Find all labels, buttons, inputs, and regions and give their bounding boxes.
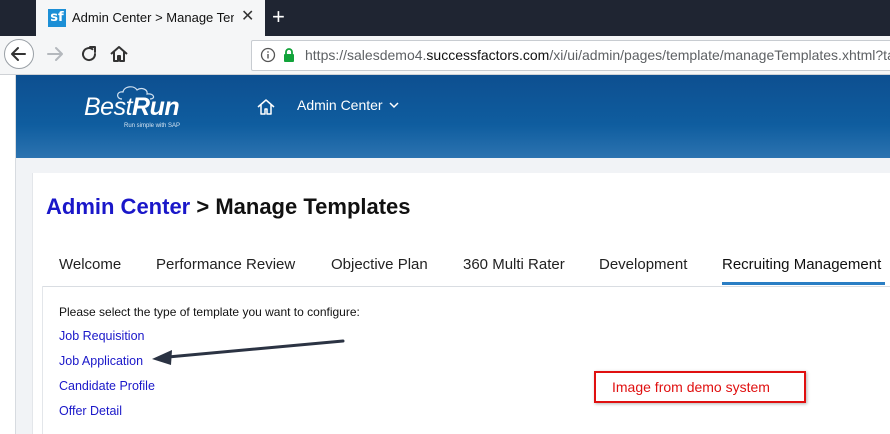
url-text[interactable]: https://salesdemo4.successfactors.com/xi… bbox=[305, 47, 890, 63]
tab-recruiting-management[interactable]: Recruiting Management bbox=[722, 256, 881, 273]
annotation-text: Image from demo system bbox=[612, 379, 770, 395]
logo-cloud-icon bbox=[117, 86, 155, 100]
reload-icon[interactable] bbox=[78, 43, 100, 65]
tab-objective-plan[interactable]: Objective Plan bbox=[331, 256, 428, 273]
tab-360-multi-rater[interactable]: 360 Multi Rater bbox=[463, 256, 565, 273]
url-prefix: https://salesdemo4. bbox=[305, 47, 427, 63]
breadcrumb-admin-center-link[interactable]: Admin Center bbox=[46, 194, 190, 219]
info-icon[interactable] bbox=[260, 47, 276, 63]
home-icon[interactable] bbox=[108, 43, 130, 65]
browser-tab-bar: sf Admin Center > Manage Temp ✕ + bbox=[0, 0, 890, 36]
browser-tab-title: Admin Center > Manage Temp bbox=[72, 10, 234, 25]
logo-tagline: Run simple with SAP bbox=[124, 123, 181, 129]
tab-development[interactable]: Development bbox=[599, 256, 687, 273]
link-job-requisition[interactable]: Job Requisition bbox=[59, 329, 144, 343]
page-title: Admin Center > Manage Templates bbox=[46, 194, 411, 220]
successfactors-favicon-icon: sf bbox=[48, 9, 66, 27]
annotation-callout: Image from demo system bbox=[594, 371, 806, 403]
tab-performance-review[interactable]: Performance Review bbox=[156, 256, 295, 273]
forward-arrow-icon[interactable] bbox=[44, 43, 66, 65]
browser-nav-bar: https://salesdemo4.successfactors.com/xi… bbox=[0, 36, 890, 75]
url-bar[interactable]: https://salesdemo4.successfactors.com/xi… bbox=[251, 40, 890, 71]
browser-tab[interactable]: sf Admin Center > Manage Temp ✕ bbox=[36, 0, 265, 36]
chevron-down-icon bbox=[389, 102, 399, 109]
left-page-edge bbox=[0, 75, 16, 434]
template-prompt: Please select the type of template you w… bbox=[59, 305, 360, 319]
url-host: successfactors.com bbox=[426, 47, 550, 63]
admin-center-menu-label: Admin Center bbox=[297, 97, 383, 113]
link-offer-detail[interactable]: Offer Detail bbox=[59, 404, 122, 418]
app-header: BestRun Run simple with SAP Admin Center bbox=[16, 75, 890, 158]
lock-icon bbox=[284, 48, 294, 62]
back-arrow-icon bbox=[11, 47, 26, 61]
close-tab-icon[interactable]: ✕ bbox=[241, 8, 254, 26]
template-tabs: Welcome Performance Review Objective Pla… bbox=[42, 246, 890, 287]
admin-center-menu[interactable]: Admin Center bbox=[297, 97, 399, 113]
active-tab-indicator bbox=[722, 282, 885, 285]
url-path: /xi/ui/admin/pages/template/manageTempla… bbox=[549, 47, 890, 63]
back-button[interactable] bbox=[4, 39, 34, 69]
tab-welcome[interactable]: Welcome bbox=[59, 256, 121, 273]
link-job-application[interactable]: Job Application bbox=[59, 354, 143, 368]
link-candidate-profile[interactable]: Candidate Profile bbox=[59, 379, 155, 393]
home-nav-icon[interactable] bbox=[256, 97, 276, 117]
breadcrumb-current: > Manage Templates bbox=[190, 194, 411, 219]
new-tab-icon[interactable]: + bbox=[272, 5, 285, 29]
bestrun-logo[interactable]: BestRun Run simple with SAP bbox=[84, 86, 180, 129]
